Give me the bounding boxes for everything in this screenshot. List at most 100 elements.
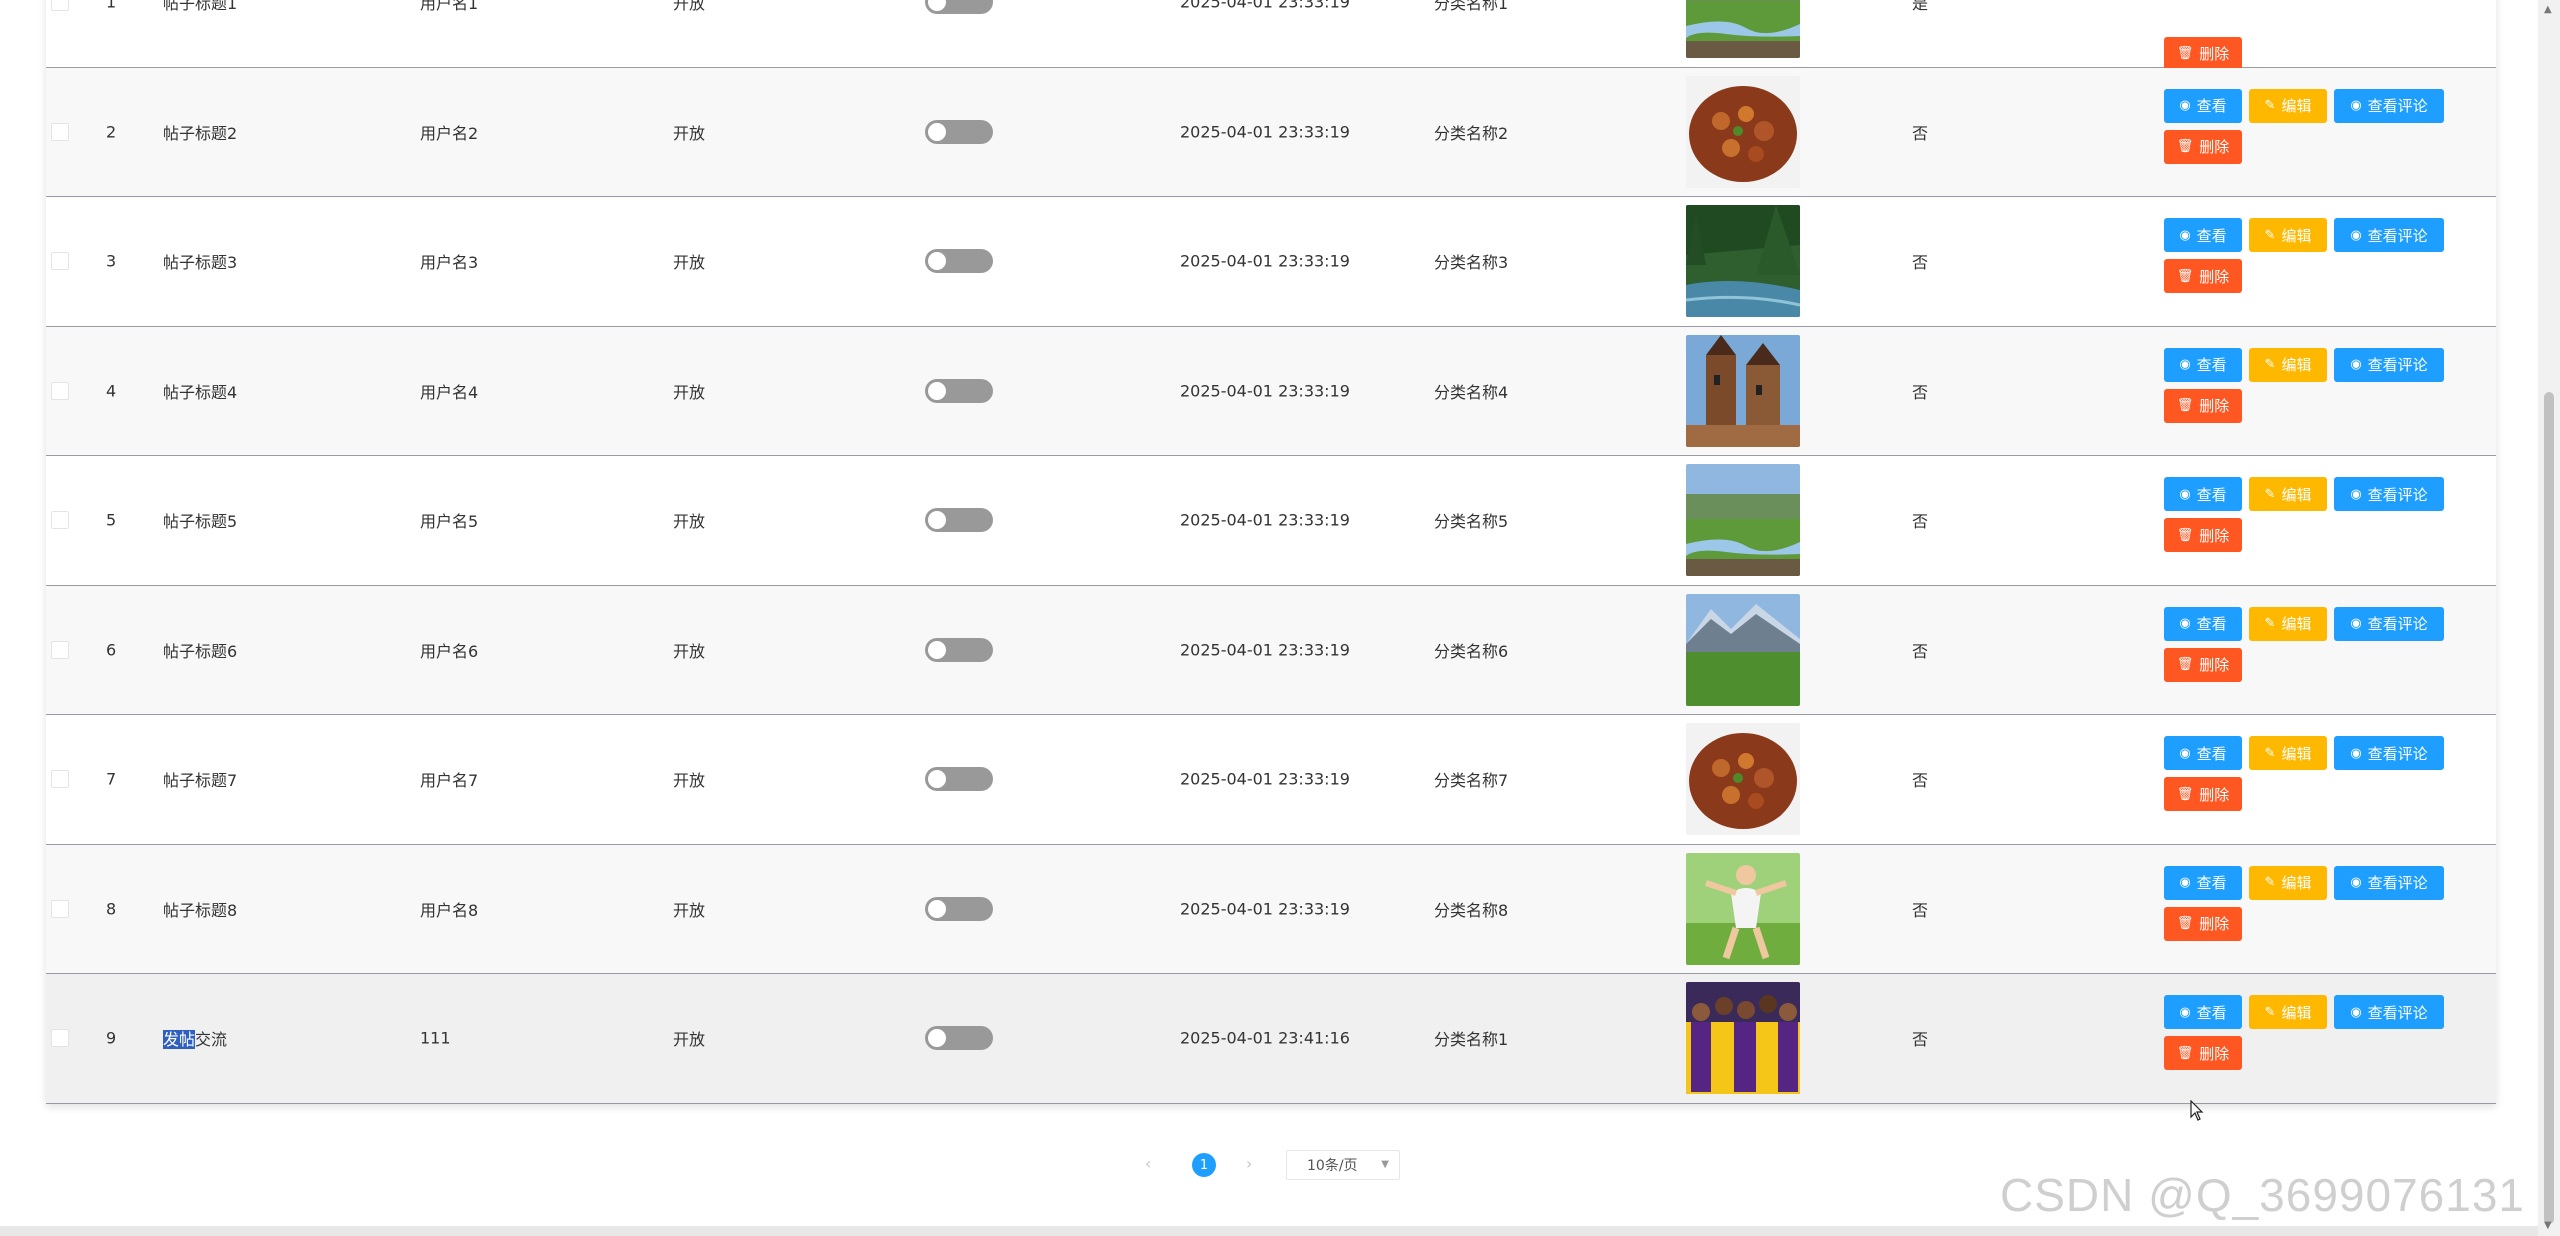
view-comments-button[interactable]: ◉ 查看评论 [2334, 88, 2444, 123]
post-image[interactable] [1686, 205, 1800, 318]
top-flag: 否 [1912, 641, 1929, 661]
delete-button[interactable]: 🗑 删除 [2164, 388, 2242, 423]
status-toggle[interactable] [925, 1026, 993, 1051]
status-toggle[interactable] [925, 896, 993, 921]
edit-label: 编辑 [2281, 97, 2312, 116]
row-checkbox[interactable] [51, 770, 69, 789]
page-size-select[interactable]: 10条/页 ▼ [1286, 1150, 1400, 1180]
view-comments-button[interactable]: ◉ 查看评论 [2334, 736, 2444, 771]
edit-label: 编辑 [2281, 744, 2312, 763]
view-label: 查看 [2196, 485, 2227, 504]
row-checkbox[interactable] [51, 511, 69, 530]
username: 用户名7 [420, 771, 479, 791]
status-toggle[interactable] [925, 637, 993, 662]
row-checkbox[interactable] [51, 640, 69, 659]
view-comments-button[interactable]: ◉ 查看评论 [2334, 218, 2444, 253]
username: 用户名2 [420, 123, 479, 143]
view-button[interactable]: ◉ 查看 [2164, 995, 2242, 1030]
edit-button[interactable]: ✎ 编辑 [2249, 477, 2327, 512]
edit-button[interactable]: ✎ 编辑 [2249, 736, 2327, 771]
edit-button[interactable]: ✎ 编辑 [2249, 606, 2327, 641]
post-time: 2025-04-01 23:33:19 [1180, 122, 1350, 142]
delete-button[interactable]: 🗑 删除 [2164, 647, 2242, 682]
view-button[interactable]: ◉ 查看 [2164, 218, 2242, 253]
view-button[interactable]: ◉ 查看 [2164, 736, 2242, 771]
delete-button[interactable]: 🗑 删除 [2164, 36, 2242, 71]
post-image[interactable] [1686, 723, 1800, 836]
scrollbar-thumb[interactable] [2544, 392, 2554, 1224]
view-button[interactable]: ◉ 查看 [2164, 88, 2242, 123]
view-comments-button[interactable]: ◉ 查看评论 [2334, 865, 2444, 900]
edit-icon: ✎ [2264, 486, 2276, 502]
post-title: 帖子标题7 [163, 771, 238, 791]
chevron-down-icon: ▼ [1381, 1159, 1389, 1170]
delete-button[interactable]: 🗑 删除 [2164, 777, 2242, 812]
view-button[interactable]: ◉ 查看 [2164, 477, 2242, 512]
post-image[interactable] [1686, 75, 1800, 188]
prev-page-button[interactable]: ‹ [1145, 1154, 1151, 1173]
category-name: 分类名称5 [1434, 512, 1509, 532]
category-name: 分类名称7 [1434, 771, 1509, 791]
scroll-down-icon[interactable]: ▼ [2544, 1220, 2552, 1231]
post-image[interactable] [1686, 0, 1800, 59]
view-comments-button[interactable]: ◉ 查看评论 [2334, 995, 2444, 1030]
row-checkbox[interactable] [51, 122, 69, 141]
delete-button[interactable]: 🗑 删除 [2164, 1036, 2242, 1071]
edit-button[interactable]: ✎ 编辑 [2249, 218, 2327, 253]
edit-label: 编辑 [2281, 1003, 2312, 1022]
horizontal-scrollbar[interactable] [0, 1226, 2538, 1236]
status-toggle[interactable] [925, 0, 993, 15]
vertical-scrollbar[interactable]: ▲ ▼ [2538, 0, 2560, 1236]
post-image[interactable] [1686, 334, 1800, 447]
view-comments-button[interactable]: ◉ 查看评论 [2334, 477, 2444, 512]
username: 用户名1 [420, 0, 479, 14]
view-button[interactable]: ◉ 查看 [2164, 865, 2242, 900]
delete-button[interactable]: 🗑 删除 [2164, 259, 2242, 294]
eye-icon: ◉ [2350, 745, 2362, 761]
edit-button[interactable]: ✎ 编辑 [2249, 347, 2327, 382]
delete-button[interactable]: 🗑 删除 [2164, 906, 2242, 941]
delete-button[interactable]: 🗑 删除 [2164, 518, 2242, 553]
row-index: 4 [106, 381, 117, 401]
view-comments-button[interactable]: ◉ 查看评论 [2334, 347, 2444, 382]
username: 用户名5 [420, 512, 479, 532]
status-toggle[interactable] [925, 508, 993, 533]
delete-label: 删除 [2199, 526, 2230, 545]
delete-button[interactable]: 🗑 删除 [2164, 129, 2242, 164]
post-title: 帖子标题1 [163, 0, 238, 14]
status-toggle[interactable] [925, 378, 993, 403]
status-toggle[interactable] [925, 767, 993, 792]
edit-button[interactable]: ✎ 编辑 [2249, 88, 2327, 123]
delete-label: 删除 [2199, 915, 2230, 934]
edit-icon: ✎ [2264, 357, 2276, 373]
delete-label: 删除 [2199, 45, 2230, 63]
row-checkbox[interactable] [51, 0, 69, 12]
top-flag: 否 [1912, 1030, 1929, 1050]
post-image[interactable] [1686, 593, 1800, 706]
view-comments-label: 查看评论 [2367, 97, 2428, 116]
category-name: 分类名称1 [1434, 1030, 1509, 1050]
pagination: ‹ 1 › 10条/页 ▼ [1140, 1148, 1440, 1182]
row-checkbox[interactable] [51, 899, 69, 918]
view-button[interactable]: ◉ 查看 [2164, 606, 2242, 641]
status-toggle[interactable] [925, 119, 993, 144]
view-comments-label: 查看评论 [2367, 1003, 2428, 1022]
edit-label: 编辑 [2281, 226, 2312, 245]
post-status: 开放 [673, 1030, 706, 1050]
page-1-button[interactable]: 1 [1192, 1153, 1216, 1177]
post-image[interactable] [1686, 982, 1800, 1095]
status-toggle[interactable] [925, 249, 993, 274]
edit-icon: ✎ [2264, 98, 2276, 114]
row-checkbox[interactable] [51, 252, 69, 271]
post-image[interactable] [1686, 464, 1800, 577]
row-checkbox[interactable] [51, 1029, 69, 1048]
next-page-button[interactable]: › [1246, 1154, 1252, 1173]
edit-button[interactable]: ✎ 编辑 [2249, 865, 2327, 900]
edit-button[interactable]: ✎ 编辑 [2249, 995, 2327, 1030]
post-title: 帖子标题6 [163, 641, 238, 661]
post-image[interactable] [1686, 852, 1800, 965]
view-comments-button[interactable]: ◉ 查看评论 [2334, 606, 2444, 641]
view-button[interactable]: ◉ 查看 [2164, 347, 2242, 382]
row-checkbox[interactable] [51, 381, 69, 400]
scroll-up-icon[interactable]: ▲ [2544, 4, 2552, 15]
